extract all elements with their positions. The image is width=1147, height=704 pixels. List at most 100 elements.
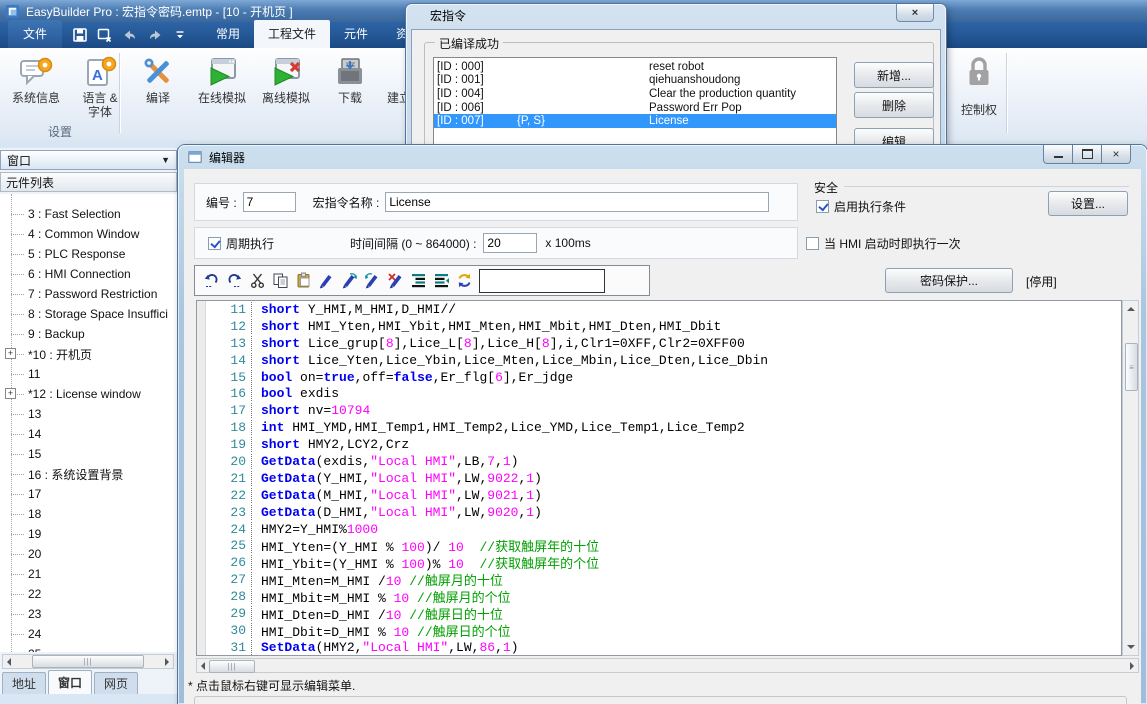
save-icon[interactable]	[72, 27, 88, 43]
periodic-checkbox[interactable]	[208, 237, 221, 250]
tree-item[interactable]: + 8 : Storage Space Insuffici	[0, 304, 177, 324]
tree-item[interactable]: + 18	[0, 504, 177, 524]
sidebar-tab[interactable]: 窗口	[48, 670, 92, 694]
tree-item[interactable]: + 6 : HMI Connection	[0, 264, 177, 284]
scroll-right-arrow[interactable]	[165, 658, 173, 666]
exec-condition-checkbox[interactable]	[816, 200, 829, 213]
bookmark-prev-icon[interactable]	[364, 272, 381, 289]
tree-item[interactable]: + 5 : PLC Response	[0, 244, 177, 264]
sidebar-horizontal-scrollbar[interactable]: |||	[2, 654, 174, 669]
exec-condition-row: 启用执行条件	[816, 198, 906, 215]
indent-icon[interactable]	[410, 272, 427, 289]
copy-icon[interactable]	[272, 272, 289, 289]
tree-item[interactable]: + *12 : License window	[0, 384, 177, 404]
code-horizontal-scrollbar[interactable]: |||	[196, 658, 1139, 673]
pane-selector-window[interactable]: 窗口 ▼	[0, 150, 177, 170]
ribbon-button[interactable]: 在线模拟	[190, 51, 254, 105]
search-input[interactable]	[479, 269, 605, 293]
scroll-left-arrow[interactable]	[197, 662, 205, 670]
scrollbar-thumb[interactable]: |||	[209, 660, 255, 673]
scrollbar-thumb[interactable]: ≡	[1125, 343, 1138, 391]
ribbon-tab[interactable]: 常用	[202, 20, 254, 48]
close-button[interactable]: ×	[1101, 145, 1131, 164]
tree-item[interactable]: + 20	[0, 544, 177, 564]
tree-item[interactable]: + 25	[0, 644, 177, 652]
sidebar-tab[interactable]: 网页	[94, 672, 138, 694]
ribbon-button[interactable]: A 语言 & 字体	[68, 51, 132, 119]
close-icon: ×	[1112, 147, 1119, 161]
scroll-up-arrow[interactable]	[1127, 303, 1135, 311]
file-menu-button[interactable]: 文件	[8, 20, 62, 48]
tree-item[interactable]: + 4 : Common Window	[0, 224, 177, 244]
scroll-left-arrow[interactable]	[3, 658, 11, 666]
ribbon-button[interactable]: 系统信息	[4, 51, 68, 105]
download-icon	[333, 55, 367, 89]
ribbon-tab[interactable]: 工程文件	[254, 20, 330, 48]
macro-delete-button[interactable]: 删除	[854, 92, 934, 118]
tree-item[interactable]: + 15	[0, 444, 177, 464]
tree-item[interactable]: + 24	[0, 624, 177, 644]
minimize-button[interactable]	[1043, 145, 1073, 164]
password-protect-button[interactable]: 密码保护...	[885, 268, 1013, 293]
ribbon-button[interactable]: 下载	[318, 51, 382, 105]
find-replace-icon[interactable]	[456, 272, 473, 289]
caret-down-icon[interactable]	[172, 27, 188, 43]
tree-item[interactable]: + 9 : Backup	[0, 324, 177, 344]
tree-item[interactable]: + 22	[0, 584, 177, 604]
code-editor[interactable]: 11short Y_HMI,M_HMI,D_HMI//12short HMI_Y…	[196, 300, 1122, 656]
tree-item[interactable]: + 19	[0, 524, 177, 544]
macro-name-input[interactable]	[385, 192, 769, 212]
tree-item[interactable]: + 17	[0, 484, 177, 504]
sidebar-tab[interactable]: 地址	[2, 672, 46, 694]
statusbar-strip	[0, 694, 178, 704]
ribbon-button[interactable]: 编译	[126, 51, 190, 105]
interval-input[interactable]	[483, 233, 537, 253]
redo-gray-icon[interactable]	[147, 27, 163, 43]
code-vertical-scrollbar[interactable]: ≡	[1122, 300, 1139, 656]
bookmark-add-icon[interactable]	[318, 272, 335, 289]
ribbon-tab[interactable]: 元件	[330, 20, 382, 48]
macro-list-row[interactable]: [ID : 004] Clear the production quantity	[434, 87, 836, 101]
security-settings-button[interactable]: 设置...	[1048, 191, 1128, 216]
cut-icon[interactable]	[249, 272, 266, 289]
ribbon-button[interactable]: 离线模拟	[254, 51, 318, 105]
outdent-icon[interactable]	[433, 272, 450, 289]
tree-item[interactable]: + 11	[0, 364, 177, 384]
editor-body: 编号 : 宏指令名称 : 安全 启用执行条件 设置... 周期执行 时间间隔 (…	[184, 169, 1141, 704]
expand-plus-icon[interactable]: +	[5, 388, 16, 399]
restore-button[interactable]	[1072, 145, 1102, 164]
macro-list-row[interactable]: [ID : 006] Password Err Pop	[434, 101, 836, 115]
control-right-button[interactable]: 控制权	[946, 51, 1012, 118]
macro-id-input[interactable]	[243, 192, 296, 212]
redo-icon[interactable]	[226, 272, 243, 289]
macro-new-button[interactable]: 新增...	[854, 62, 934, 88]
macro-list-row[interactable]: [ID : 000] reset robot	[434, 60, 836, 74]
macro-list-row[interactable]: [ID : 007] {P, S} License	[434, 114, 836, 128]
tree-item[interactable]: + 3 : Fast Selection	[0, 204, 177, 224]
chevron-down-icon: ▼	[161, 155, 170, 165]
expand-plus-icon[interactable]: +	[5, 348, 16, 359]
undo-gray-icon[interactable]	[122, 27, 138, 43]
tree-item[interactable]: + *10 : 开机页	[0, 344, 177, 364]
tree-item[interactable]: + 23	[0, 604, 177, 624]
app-icon	[5, 4, 20, 19]
scroll-down-arrow[interactable]	[1127, 645, 1135, 653]
tree-item[interactable]: + 16 : 系统设置背景	[0, 464, 177, 484]
bookmark-clear-icon[interactable]	[387, 272, 404, 289]
online-sim-icon	[205, 55, 239, 89]
scroll-right-arrow[interactable]	[1130, 662, 1138, 670]
close-button[interactable]: ×	[896, 4, 934, 22]
paste-icon[interactable]	[295, 272, 312, 289]
tree-item[interactable]: + 13	[0, 404, 177, 424]
scrollbar-thumb[interactable]: |||	[32, 655, 144, 668]
bookmark-next-icon[interactable]	[341, 272, 358, 289]
export-icon[interactable]	[97, 27, 113, 43]
run-on-startup-checkbox[interactable]	[806, 237, 819, 250]
tree-item[interactable]: + 21	[0, 564, 177, 584]
undo-icon[interactable]	[203, 272, 220, 289]
tree-item[interactable]: + 7 : Password Restriction	[0, 284, 177, 304]
macro-id-label: 编号 :	[206, 194, 237, 211]
object-list-header: 元件列表	[0, 172, 177, 192]
tree-item[interactable]: + 14	[0, 424, 177, 444]
macro-list-row[interactable]: [ID : 001] qiehuanshoudong	[434, 74, 836, 88]
